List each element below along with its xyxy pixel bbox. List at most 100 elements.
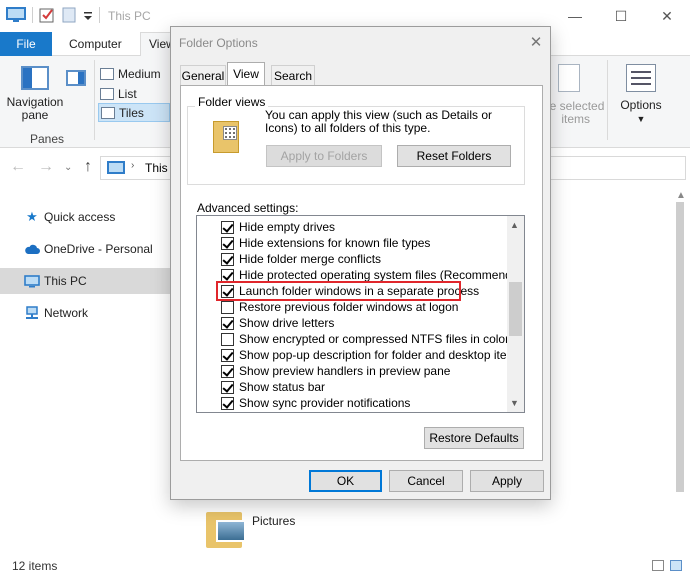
tab-computer[interactable]: Computer <box>69 37 122 51</box>
search-input[interactable] <box>550 156 686 180</box>
breadcrumb-separator-icon: › <box>131 160 135 171</box>
list-icon <box>100 87 114 100</box>
checkbox[interactable] <box>221 332 234 346</box>
checkbox[interactable] <box>221 220 234 234</box>
minimize-button[interactable]: — <box>552 0 598 32</box>
navigation-pane-label: Navigation pane <box>6 95 64 122</box>
sidebar-item-this-pc[interactable]: This PC <box>0 268 172 294</box>
folder-icon <box>206 508 246 548</box>
reset-folders-button[interactable]: Reset Folders <box>397 145 511 167</box>
setting-restore-previous-windows[interactable]: Restore previous folder windows at logon <box>221 299 458 315</box>
apply-to-folders-button[interactable]: Apply to Folders <box>266 145 382 167</box>
layout-medium-icons[interactable]: Medium <box>98 64 170 83</box>
setting-show-drive-letters[interactable]: Show drive letters <box>221 315 334 331</box>
medium-icons-icon <box>100 67 114 80</box>
tiles-view-icon[interactable] <box>670 560 682 571</box>
tiles-icon <box>101 106 115 119</box>
setting-label: Hide protected operating system files (R… <box>239 268 525 282</box>
navigation-pane-icon <box>21 66 49 90</box>
scroll-down-icon[interactable]: ▼ <box>510 398 519 408</box>
checkbox[interactable] <box>221 300 234 314</box>
sidebar-item-quick-access[interactable]: ★ Quick access <box>0 204 172 230</box>
dialog-close-button[interactable]: ✕ <box>526 32 546 52</box>
computer-icon <box>107 161 125 174</box>
checkbox[interactable] <box>221 316 234 330</box>
panes-group-label: Panes <box>30 132 65 146</box>
status-bar: 12 items <box>0 556 690 576</box>
setting-label: Show encrypted or compressed NTFS files … <box>239 332 510 346</box>
setting-hide-merge-conflicts[interactable]: Hide folder merge conflicts <box>221 251 381 267</box>
cancel-button[interactable]: Cancel <box>389 470 463 492</box>
tab-file[interactable]: File <box>0 32 52 56</box>
computer-icon[interactable] <box>6 7 26 23</box>
setting-label: Show sync provider notifications <box>239 396 411 410</box>
setting-label: Hide extensions for known file types <box>239 236 431 250</box>
checkbox[interactable] <box>221 364 234 378</box>
tab-general[interactable]: General <box>180 65 226 85</box>
advanced-settings-label: Advanced settings: <box>197 201 299 215</box>
setting-show-status-bar[interactable]: Show status bar <box>221 379 325 395</box>
ribbon-divider <box>94 60 95 140</box>
recent-locations-icon[interactable]: ⌄ <box>64 162 72 173</box>
layout-item-label: Tiles <box>119 105 144 120</box>
preview-pane-icon[interactable] <box>66 70 86 86</box>
maximize-button[interactable]: ☐ <box>598 0 644 32</box>
checkbox[interactable] <box>221 252 234 266</box>
layout-list[interactable]: List <box>98 84 170 103</box>
close-window-button[interactable]: ✕ <box>644 0 690 32</box>
address-bar[interactable]: › This <box>100 156 180 180</box>
content-scroll-up-icon[interactable]: ▲ <box>676 190 686 201</box>
options-button[interactable]: Options ▼ <box>612 62 670 124</box>
tab-search[interactable]: Search <box>271 65 315 85</box>
setting-label: Show pop-up description for folder and d… <box>239 348 523 362</box>
new-folder-icon[interactable] <box>61 7 77 23</box>
layout-tiles[interactable]: Tiles <box>98 103 170 122</box>
customize-toolbar-icon[interactable] <box>83 7 93 23</box>
scroll-up-icon[interactable]: ▲ <box>510 220 519 230</box>
content-scrollbar[interactable] <box>676 202 684 492</box>
up-arrow-icon[interactable]: ↑ <box>84 158 92 176</box>
ribbon-divider <box>607 60 608 140</box>
minimize-icon: — <box>568 8 582 24</box>
checkbox[interactable] <box>221 396 234 410</box>
advanced-settings-list[interactable]: Hide empty drives Hide extensions for kn… <box>196 215 525 413</box>
sidebar-item-onedrive[interactable]: OneDrive - Personal <box>0 236 172 262</box>
folder-views-label: Folder views <box>195 95 269 109</box>
setting-show-encrypted-color[interactable]: Show encrypted or compressed NTFS files … <box>221 331 509 347</box>
close-icon: ✕ <box>529 34 543 51</box>
setting-show-sync-notifications[interactable]: Show sync provider notifications <box>221 395 410 411</box>
navigation-pane-button[interactable]: Navigation pane <box>4 60 66 126</box>
setting-hide-empty-drives[interactable]: Hide empty drives <box>221 219 335 235</box>
back-arrow-icon[interactable]: ← <box>10 158 26 176</box>
hide-selected-items-label: le selected items <box>547 99 605 126</box>
restore-defaults-button[interactable]: Restore Defaults <box>424 427 524 449</box>
checkbox[interactable] <box>221 380 234 394</box>
apply-button[interactable]: Apply <box>470 470 544 492</box>
sidebar-item-label: This PC <box>44 274 87 288</box>
properties-icon[interactable] <box>39 7 55 23</box>
options-label: Options <box>620 98 662 112</box>
setting-hide-extensions[interactable]: Hide extensions for known file types <box>221 235 430 251</box>
scrollbar-thumb[interactable] <box>509 282 522 336</box>
sidebar-item-network[interactable]: Network <box>0 300 172 326</box>
setting-label: Hide empty drives <box>239 220 336 234</box>
checkbox[interactable] <box>221 348 234 362</box>
forward-arrow-icon[interactable]: → <box>38 158 54 176</box>
toolbar-divider <box>99 7 100 23</box>
sidebar-item-label: Quick access <box>44 210 116 224</box>
checkbox[interactable] <box>221 236 234 250</box>
hide-selected-items-icon[interactable] <box>558 64 580 92</box>
options-icon <box>626 64 656 92</box>
advanced-settings-scrollbar[interactable]: ▲ ▼ <box>507 216 524 412</box>
details-view-icon[interactable] <box>652 560 664 571</box>
toolbar-divider <box>32 7 33 23</box>
chevron-down-icon: ▼ <box>636 114 646 124</box>
setting-show-preview-handlers[interactable]: Show preview handlers in preview pane <box>221 363 450 379</box>
setting-label: Show status bar <box>239 380 326 394</box>
navigation-sidebar: ★ Quick access OneDrive - Personal This … <box>0 196 172 556</box>
ok-button[interactable]: OK <box>309 470 382 492</box>
checkbox[interactable] <box>221 268 234 282</box>
tab-view[interactable]: View <box>227 62 265 85</box>
computer-icon <box>24 274 40 288</box>
setting-show-popup-description[interactable]: Show pop-up description for folder and d… <box>221 347 523 363</box>
